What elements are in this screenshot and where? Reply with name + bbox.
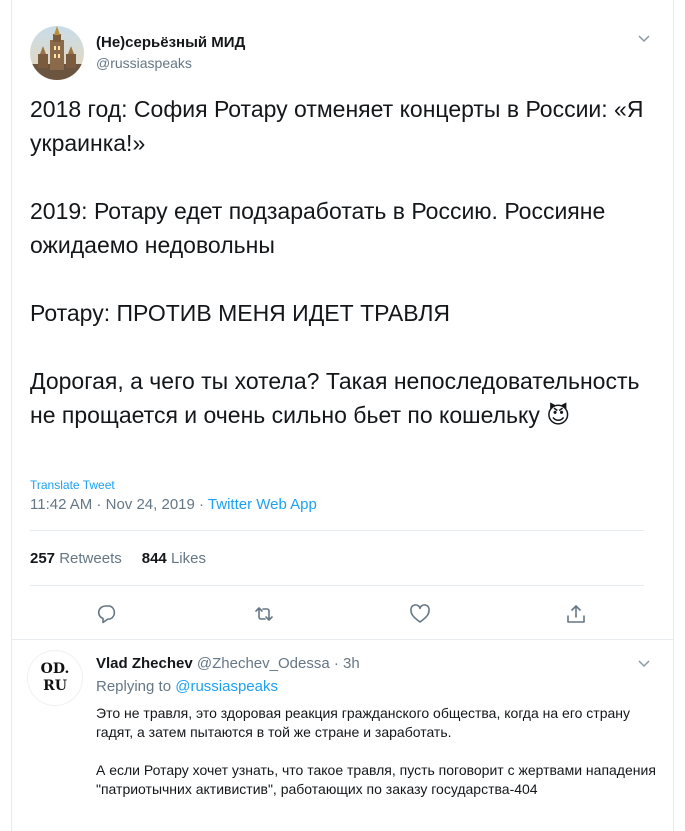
author-handle[interactable]: @russiaspeaks — [96, 55, 192, 71]
reply-header: Vlad Zhechev @Zhechev_Odessa · 3h — [96, 655, 360, 672]
retweets-count: 257 — [30, 550, 56, 567]
avatar-logo-line: OD. — [40, 661, 70, 677]
retweet-icon[interactable] — [253, 603, 275, 625]
tweet-date[interactable]: Nov 24, 2019 — [106, 496, 195, 513]
reply-author-name[interactable]: Vlad Zhechev — [96, 655, 193, 672]
kremlin-building-icon — [30, 26, 84, 80]
tweet-paragraph: Дорогая, а чего ты хотела? Такая непосле… — [30, 364, 660, 432]
reply-author-avatar[interactable]: OD. RU — [27, 650, 83, 706]
reply-icon[interactable] — [97, 603, 119, 625]
author-avatar[interactable] — [30, 26, 84, 80]
retweets-stat[interactable]: 257 Retweets — [30, 550, 122, 567]
tweet-timestamp: 11:42 AM · Nov 24, 2019 · Twitter Web Ap… — [30, 496, 317, 513]
divider — [30, 585, 644, 586]
author-name[interactable]: (Не)серьёзный МИД — [96, 34, 245, 51]
tweet-time[interactable]: 11:42 AM — [30, 496, 92, 513]
tweet-source-link[interactable]: Twitter Web App — [208, 496, 317, 513]
chevron-down-icon[interactable] — [636, 657, 652, 671]
reply-paragraph: А если Ротару хочет узнать, что такое тр… — [96, 762, 656, 797]
tweet-text: 2018 год: София Ротару отменяет концерты… — [30, 92, 660, 432]
reply-time[interactable]: 3h — [343, 655, 360, 672]
translate-tweet-link[interactable]: Translate Tweet — [30, 478, 115, 492]
tweet-paragraph: 2018 год: София Ротару отменяет концерты… — [30, 96, 644, 156]
tweet-paragraph: 2019: Ротару едет подзаработать в Россию… — [30, 198, 606, 258]
likes-stat[interactable]: 844 Likes — [142, 550, 206, 567]
replying-to-link[interactable]: @russiaspeaks — [175, 678, 278, 695]
chevron-down-icon[interactable] — [636, 32, 652, 46]
like-icon[interactable] — [409, 603, 431, 625]
likes-label: Likes — [170, 550, 206, 567]
avatar-logo-line: RU — [43, 678, 67, 694]
reply-text: Это не травля, это здоровая реакция граж… — [96, 704, 666, 799]
retweets-label: Retweets — [59, 550, 122, 567]
share-icon[interactable] — [565, 603, 587, 625]
replying-to-label: Replying to — [96, 678, 172, 695]
smiling-devil-emoji: 😈 — [546, 402, 571, 428]
replying-to: Replying to @russiaspeaks — [96, 678, 278, 695]
likes-count: 844 — [141, 550, 167, 567]
tweet-paragraph: Ротару: ПРОТИВ МЕНЯ ИДЕТ ТРАВЛЯ — [30, 300, 451, 326]
reply-paragraph: Это не травля, это здоровая реакция граж… — [96, 705, 631, 740]
reply-author-handle[interactable]: @Zhechev_Odessa — [197, 655, 330, 672]
divider — [12, 639, 674, 640]
divider — [30, 530, 644, 531]
tweet-stats: 257 Retweets 844 Likes — [30, 550, 206, 567]
